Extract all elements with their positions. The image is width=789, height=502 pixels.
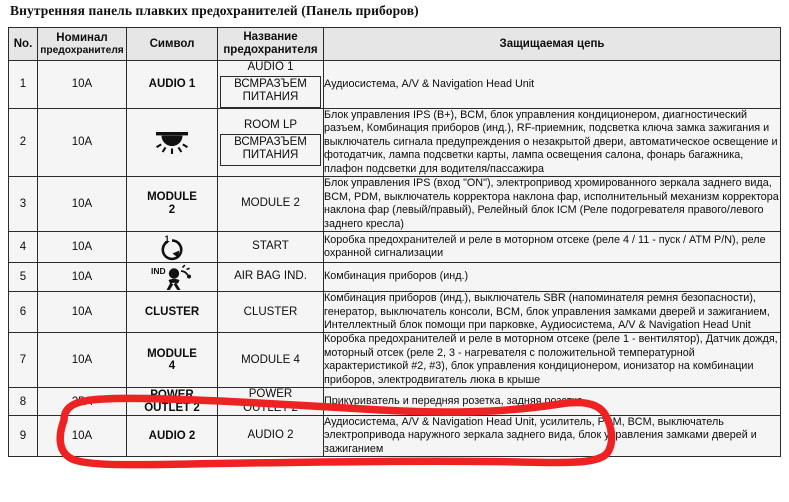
fuse-name-label: AUDIO 1 (247, 61, 294, 73)
fuse-name-boxed: ВСМРАЗЪЕМ ПИТАНИЯ (220, 76, 321, 108)
cell-symbol: AUDIO 2 (126, 414, 218, 458)
cell-circuit: Блок управления IPS (вход "ON"), электро… (323, 176, 781, 233)
ignition-start-icon: 1 (152, 232, 192, 262)
cell-name: CLUSTER (217, 291, 324, 334)
cell-no: 4 (8, 231, 38, 264)
cell-no: 1 (8, 60, 38, 109)
cell-name: POWER OUTLET 2 (217, 387, 324, 416)
symbol-text-line1: MODULE (147, 191, 197, 204)
table-header-row: No. Номинал предохранителя Символ Назван… (8, 27, 781, 61)
cell-name: ROOM LP ВСМРАЗЪЕМ ПИТАНИЯ (217, 107, 324, 178)
cell-circuit: Коробка предохранителей и реле в моторно… (323, 231, 781, 264)
symbol-text-line2: OUTLET 2 (144, 401, 200, 414)
fuse-name-label: MODULE 2 (241, 197, 300, 210)
fuse-name-label: MODULE 4 (241, 353, 300, 366)
cell-circuit: Коробка предохранителей и реле в моторно… (323, 332, 781, 389)
fuse-name-label: AUDIO 2 (247, 429, 294, 442)
column-header-symbol: Символ (126, 27, 218, 61)
column-header-rating-line2: предохранителя (40, 44, 124, 56)
table-row: 6 10A CLUSTER CLUSTER Комбинация приборо… (8, 291, 781, 334)
cell-rating: 10A (37, 332, 127, 389)
column-header-rating: Номинал предохранителя (37, 27, 127, 61)
cell-rating: 10A (37, 176, 127, 233)
cell-rating: 10A (37, 414, 127, 458)
symbol-text-line2: 2 (168, 204, 176, 217)
cell-no: 7 (8, 332, 38, 389)
air-bag-icon: IND (148, 263, 196, 291)
cell-no: 5 (8, 262, 38, 293)
air-bag-ind-label: IND (151, 266, 166, 276)
fuse-name-label-line2: OUTLET 2 (243, 401, 298, 414)
cell-no: 2 (8, 107, 38, 178)
cell-symbol: 1 (126, 231, 218, 264)
symbol-text-line2: 4 (168, 360, 176, 373)
fuse-name-boxed-line2: ПИТАНИЯ (242, 91, 299, 104)
symbol-text-line1: MODULE (147, 347, 197, 360)
cell-rating: 25A (37, 387, 127, 416)
fuse-name-boxed: ВСМРАЗЪЕМ ПИТАНИЯ (220, 134, 321, 166)
cell-circuit: Блок управления IPS (B+), BCM, блок упра… (323, 107, 781, 178)
cell-name: MODULE 2 (217, 176, 324, 233)
table-row: 5 10A IND AIR BAG IND. Комбинация прибор… (8, 262, 781, 293)
table-row: 9 10A AUDIO 2 AUDIO 2 Аудиосистема, A/V … (8, 414, 781, 458)
dome-lamp-icon (152, 128, 192, 156)
cell-rating: 10A (37, 60, 127, 109)
fuse-name-label: AIR BAG IND. (234, 270, 307, 283)
cell-symbol: CLUSTER (126, 291, 218, 334)
table-row: 3 10A MODULE 2 MODULE 2 Блок управления … (8, 176, 781, 233)
cell-symbol (126, 107, 218, 178)
cell-symbol: MODULE 2 (126, 176, 218, 233)
cell-rating: 10A (37, 231, 127, 264)
cell-no: 3 (8, 176, 38, 233)
fuse-table: No. Номинал предохранителя Символ Назван… (8, 27, 781, 458)
column-header-name-line1: Название (243, 31, 298, 44)
cell-symbol: POWER OUTLET 2 (126, 387, 218, 416)
fuse-name-boxed-line1: ВСМРАЗЪЕМ (234, 78, 307, 91)
column-header-circuit: Защищаемая цепь (323, 27, 781, 61)
table-body: 1 10A AUDIO 1 AUDIO 1 ВСМРАЗЪЕМ ПИТАНИЯ … (8, 60, 781, 458)
column-header-name: Название предохранителя (217, 27, 324, 61)
cell-circuit: Прикуриватель и передняя розетка, задняя… (323, 387, 781, 416)
cell-rating: 10A (37, 262, 127, 293)
cell-rating: 10A (37, 107, 127, 178)
fuse-panel-document: Внутренняя панель плавких предохранителе… (0, 0, 789, 502)
table-row-highlighted: 8 25A POWER OUTLET 2 POWER OUTLET 2 Прик… (8, 387, 781, 416)
fuse-name-label: START (252, 240, 289, 253)
column-header-name-line2: предохранителя (223, 44, 318, 56)
cell-no: 9 (8, 414, 38, 458)
cell-circuit: Комбинация приборов (инд.), выключатель … (323, 291, 781, 334)
cell-circuit: Комбинация приборов (инд.) (323, 262, 781, 293)
table-header: No. Номинал предохранителя Символ Назван… (8, 27, 781, 61)
cell-name: START (217, 231, 324, 264)
cell-name: AIR BAG IND. (217, 262, 324, 293)
table-row: 1 10A AUDIO 1 AUDIO 1 ВСМРАЗЪЕМ ПИТАНИЯ … (8, 60, 781, 109)
cell-symbol: MODULE 4 (126, 332, 218, 389)
cell-circuit: Аудиосистема, A/V & Navigation Head Unit (323, 60, 781, 109)
cell-circuit: Аудиосистема, A/V & Navigation Head Unit… (323, 414, 781, 458)
cell-no: 8 (8, 387, 38, 416)
cell-no: 6 (8, 291, 38, 334)
cell-name: MODULE 4 (217, 332, 324, 389)
fuse-name-label: ROOM LP (243, 119, 298, 132)
column-header-rating-line1: Номинал (56, 31, 108, 44)
cell-symbol: IND (126, 262, 218, 293)
table-row: 2 10A ROOM LP ВСМРАЗЪЕМ ПИТАНИЯ Блок упр… (8, 107, 781, 178)
table-row: 7 10A MODULE 4 MODULE 4 Коробка предохра… (8, 332, 781, 389)
fuse-name-boxed-line2: ПИТАНИЯ (242, 149, 299, 162)
symbol-text-line1: POWER (150, 388, 194, 401)
fuse-name-boxed-line1: ВСМРАЗЪЕМ (234, 136, 307, 149)
cell-rating: 10A (37, 291, 127, 334)
page-title: Внутренняя панель плавких предохранителе… (10, 3, 419, 18)
cell-name: AUDIO 2 (217, 414, 324, 458)
table-row: 4 10A 1 START Коробка предохранителей и … (8, 231, 781, 264)
fuse-name-label: CLUSTER (243, 305, 298, 318)
fuse-name-label-line1: POWER (248, 388, 293, 401)
cell-symbol: AUDIO 1 (126, 60, 218, 109)
column-header-no: No. (8, 27, 38, 61)
cell-name: AUDIO 1 ВСМРАЗЪЕМ ПИТАНИЯ (217, 60, 324, 109)
